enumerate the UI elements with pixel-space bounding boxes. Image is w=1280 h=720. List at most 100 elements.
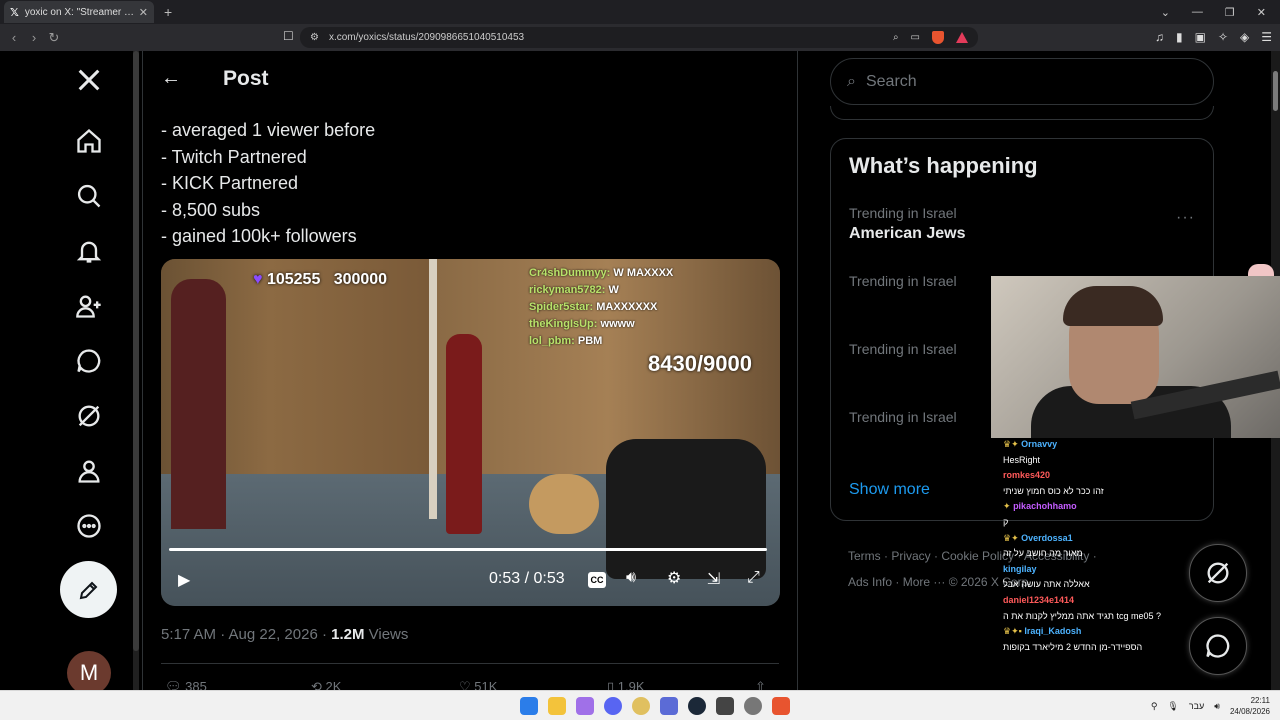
browser-tab[interactable]: 𝕏 yoxic on X: "Streamer "Nitro_Can ✕ <box>4 1 154 23</box>
show-more-link[interactable]: Show more <box>849 481 930 499</box>
close-window-button[interactable]: ✕ <box>1257 6 1266 19</box>
brave-shields-icon[interactable] <box>932 31 944 44</box>
url-text: x.com/yoxics/status/2090986651040510453 <box>328 32 525 43</box>
trend-item[interactable]: Trending in Israel <box>849 409 957 425</box>
views-count: 1.2M <box>331 626 365 643</box>
post-column: ← Post - averaged 1 viewer before - Twit… <box>142 51 798 690</box>
chat-message: אאללה אתה עושה אבל <box>1003 579 1090 590</box>
brave-rewards-icon[interactable] <box>956 32 968 43</box>
reload-icon[interactable]: ↻ <box>44 30 64 46</box>
bookmark-icon[interactable]: ☐ <box>283 29 294 43</box>
feed-scrollbar-thumb[interactable] <box>133 51 139 651</box>
like-button[interactable]: ♡ 51K <box>459 679 497 690</box>
video-player[interactable]: ♥ 105255 300000 Cr4shDummyy: W MAXXXX ri… <box>161 259 780 606</box>
brave-icon[interactable] <box>772 697 790 715</box>
messages-icon[interactable] <box>72 344 106 378</box>
gaming-chair <box>606 439 766 579</box>
follow-icon[interactable] <box>72 289 106 323</box>
new-tab-button[interactable]: + <box>164 4 172 20</box>
clock-time: 22:11 <box>1250 696 1270 705</box>
clock[interactable]: 22:11 24/08/2026 <box>1230 695 1270 717</box>
trend-item[interactable]: Trending in Israel <box>849 341 957 357</box>
post-header: ← Post <box>143 51 797 106</box>
chat-line: Spider5star: MAXXXXXX <box>529 301 658 313</box>
webcam-hair <box>1063 286 1163 326</box>
menu-icon[interactable]: ☰ <box>1261 30 1272 44</box>
forward-icon[interactable]: › <box>24 30 44 45</box>
fullscreen-icon[interactable]: ⤢ <box>747 569 760 587</box>
file-explorer-icon[interactable] <box>548 697 566 715</box>
volume-icon[interactable]: 🔊︎ <box>626 569 636 587</box>
lang-indicator[interactable]: עבר <box>1189 701 1204 711</box>
video-chat-overlay: Cr4shDummyy: W MAXXXX rickyman5782: W Sp… <box>529 265 673 350</box>
profile-icon[interactable] <box>72 454 106 488</box>
repost-button[interactable]: ⟲ 2K <box>311 679 341 690</box>
chat-message: מאור מה חושב על זה <box>1003 548 1083 559</box>
maximize-button[interactable]: ❐ <box>1225 6 1235 19</box>
post-text: - averaged 1 viewer before - Twitch Part… <box>161 117 375 250</box>
notifications-icon[interactable] <box>72 234 106 268</box>
site-settings-icon[interactable]: ⚙ <box>310 32 319 43</box>
back-icon[interactable]: ‹ <box>4 30 24 45</box>
settings-icon[interactable] <box>744 697 762 715</box>
video-controls: ▶ 0:53 / 0:53 CC 🔊︎ ⚙ ⇲ ⤢ <box>161 564 780 600</box>
tab-search-button[interactable]: ⌄ <box>1161 6 1170 19</box>
post-timestamp[interactable]: 5:17 AM · Aug 22, 2026 · <box>161 626 331 643</box>
grok-icon[interactable] <box>72 399 106 433</box>
picture-in-picture-icon[interactable]: ⇲ <box>707 569 720 589</box>
mic-icon[interactable]: 🎙︎ <box>1167 701 1178 712</box>
start-icon[interactable] <box>520 697 538 715</box>
chat-user: ✦ pikachohhamo <box>1003 501 1077 512</box>
url-field[interactable]: ⚙ x.com/yoxics/status/209098665104051045… <box>300 27 978 48</box>
trend-context: Trending in Israel <box>849 341 957 357</box>
wallet-icon[interactable]: ▣ <box>1195 30 1206 44</box>
app-icon[interactable] <box>716 697 734 715</box>
chat-line: Cr4shDummyy: W MAXXXX <box>529 267 674 279</box>
stream-chat-overlay: ♛✦ Ornavvy HesRight romkes420 זהו ככר לא… <box>1003 437 1213 655</box>
chat-message: זהו ככר לא כוס חמוץ שניתי <box>1003 485 1104 496</box>
network-icon[interactable]: ⚲ <box>1151 701 1158 712</box>
back-arrow-icon[interactable]: ← <box>161 67 185 90</box>
volume-tray-icon[interactable]: 🔊︎ <box>1214 701 1220 712</box>
reply-button[interactable]: 💬︎ 385 <box>165 679 207 690</box>
explore-icon[interactable] <box>72 179 106 213</box>
video-progress-bar[interactable] <box>169 548 767 551</box>
share-icon[interactable]: ⇧ <box>755 679 766 690</box>
more-options-icon[interactable]: ··· <box>1176 209 1195 227</box>
app-icon[interactable] <box>660 697 678 715</box>
x-logo-icon[interactable] <box>72 63 106 97</box>
avatar[interactable]: M <box>67 651 111 690</box>
leo-icon[interactable]: ✧ <box>1218 30 1228 44</box>
page-scrollbar-thumb[interactable] <box>1273 71 1278 111</box>
search-placeholder: Search <box>865 72 917 90</box>
feed-scrollbar[interactable] <box>133 51 139 690</box>
steam-icon[interactable] <box>688 697 706 715</box>
play-icon[interactable]: ▶ <box>178 570 190 590</box>
chat-line: lol_pbm: PBM <box>529 335 603 347</box>
trend-item[interactable]: Trending in Israel <box>849 273 957 289</box>
discord-icon[interactable] <box>604 697 622 715</box>
media-icon[interactable]: ♫ <box>1155 30 1164 44</box>
tab-close-button[interactable]: ✕ <box>139 6 148 19</box>
system-tray: ⚲ 🎙︎ עבר 🔊︎ 22:11 24/08/2026 <box>1151 695 1270 717</box>
more-icon[interactable] <box>72 509 106 543</box>
chat-line: rickyman5782: W <box>529 284 619 296</box>
minimize-button[interactable]: — <box>1192 6 1203 18</box>
settings-icon[interactable]: ⚙ <box>667 568 681 588</box>
trend-item[interactable]: Trending in Israel American Jews <box>849 205 966 243</box>
compose-post-button[interactable] <box>60 561 117 618</box>
cast-icon[interactable]: ▭ <box>911 32 920 43</box>
zoom-icon[interactable]: ⌕ <box>893 32 899 43</box>
bookmark-button[interactable]: ▯ 1.9K <box>607 679 645 690</box>
home-icon[interactable] <box>72 124 106 158</box>
tab-title: yoxic on X: "Streamer "Nitro_Can <box>24 6 135 18</box>
vpn-icon[interactable]: ◈ <box>1240 30 1249 44</box>
app-icon[interactable] <box>576 697 594 715</box>
search-input[interactable]: ⌕ Search <box>830 58 1214 105</box>
trend-context: Trending in Israel <box>849 409 957 425</box>
page-title: Post <box>223 66 269 90</box>
sidebar-toggle-icon[interactable]: ▮ <box>1176 30 1183 44</box>
extensions-bar: ♫ ▮ ▣ ✧ ◈ ☰ <box>1155 30 1272 44</box>
captions-button[interactable]: CC <box>588 572 606 588</box>
app-icon[interactable] <box>632 697 650 715</box>
